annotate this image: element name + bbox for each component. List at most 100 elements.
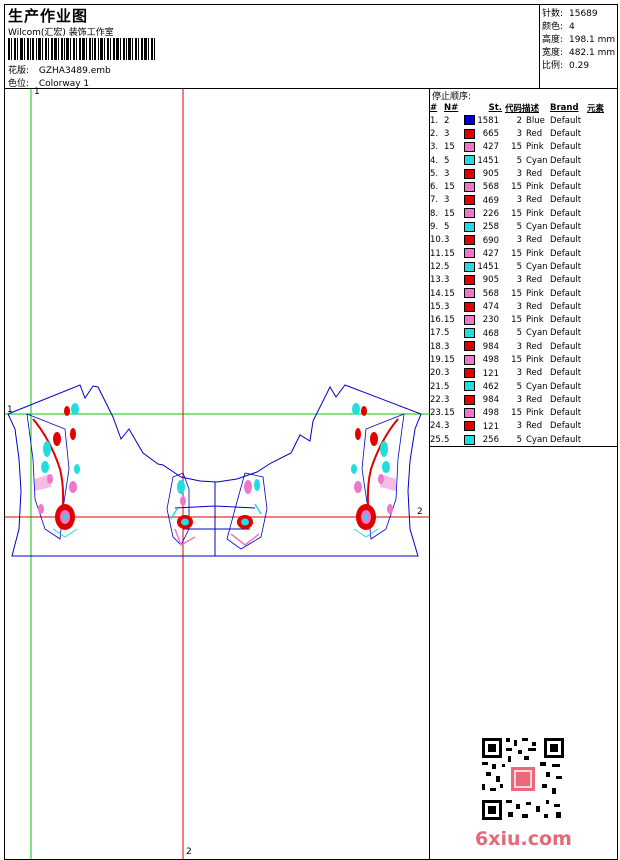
color-swatch-icon: [464, 168, 475, 179]
stop-row[interactable]: 4. 5 1451 5 Cyan Default: [430, 154, 617, 167]
stop-index-cell: 7.: [430, 194, 444, 207]
stop-row[interactable]: 23. 15 498 15 Pink Default: [430, 407, 617, 420]
stop-row[interactable]: 18. 3 984 3 Red Default: [430, 340, 617, 353]
stop-brand: Default: [550, 261, 582, 272]
stop-row[interactable]: 15. 3 474 3 Red Default: [430, 300, 617, 313]
stop-needle: 5: [444, 381, 450, 392]
col-index: #: [430, 102, 438, 113]
stop-stitches: 226: [482, 208, 499, 219]
stop-needle-cell: 3: [444, 420, 464, 433]
stop-row[interactable]: 6. 15 568 15 Pink Default: [430, 180, 617, 193]
stop-row[interactable]: 16. 15 230 15 Pink Default: [430, 313, 617, 326]
stop-element-cell: [587, 327, 617, 340]
color-swatch-icon: [464, 195, 475, 206]
stop-row[interactable]: 9. 5 258 5 Cyan Default: [430, 220, 617, 233]
stop-code: 3: [516, 341, 522, 352]
stop-brand-cell: Default: [550, 114, 587, 127]
stop-code-cell: 5: [502, 433, 522, 446]
stop-code: 3: [516, 301, 522, 312]
stop-brand: Default: [550, 288, 582, 299]
stop-row[interactable]: 2. 3 665 3 Red Default: [430, 127, 617, 140]
stop-code: 15: [511, 208, 522, 219]
stop-row[interactable]: 8. 15 226 15 Pink Default: [430, 207, 617, 220]
stop-index-cell: 14.: [430, 287, 444, 300]
panel-divider: [430, 446, 617, 447]
color-swatch-icon: [464, 261, 475, 272]
stop-row[interactable]: 10. 3 690 3 Red Default: [430, 234, 617, 247]
stop-needle-cell: 5: [444, 154, 464, 167]
stop-brand-cell: Default: [550, 260, 587, 273]
col-element: 元素: [587, 103, 605, 114]
color-swatch-icon: [464, 301, 475, 312]
stop-index: 13.: [430, 275, 444, 286]
stop-index: 5.: [430, 168, 439, 179]
stop-needle: 15: [444, 208, 455, 219]
stop-description-cell: Pink: [522, 141, 550, 154]
stop-description: Pink: [526, 208, 544, 219]
stop-stitches-cell: 1451: [464, 260, 502, 273]
stop-stitches-cell: 258: [464, 220, 502, 233]
stop-row[interactable]: 14. 15 568 15 Pink Default: [430, 287, 617, 300]
stop-row[interactable]: 22. 3 984 3 Red Default: [430, 393, 617, 406]
stop-row[interactable]: 11. 15 427 15 Pink Default: [430, 247, 617, 260]
stop-index-cell: 15.: [430, 300, 444, 313]
stop-brand: Default: [550, 248, 582, 259]
stop-needle-cell: 3: [444, 367, 464, 380]
stop-row[interactable]: 5. 3 905 3 Red Default: [430, 167, 617, 180]
stop-description: Red: [526, 301, 543, 312]
stop-stitches-cell: 468: [464, 327, 502, 340]
stop-element-cell: [587, 367, 617, 380]
stop-row[interactable]: 3. 15 427 15 Pink Default: [430, 141, 617, 154]
stop-description: Red: [526, 394, 543, 405]
color-swatch-icon: [464, 421, 475, 432]
stop-needle-cell: 2: [444, 114, 464, 127]
stop-index-cell: 4.: [430, 154, 444, 167]
stop-needle-cell: 3: [444, 167, 464, 180]
stop-row[interactable]: 1. 2 1581 2 Blue Default: [430, 114, 617, 127]
stop-brand-cell: Default: [550, 393, 587, 406]
stop-index-cell: 23.: [430, 407, 444, 420]
stop-row[interactable]: 25. 5 256 5 Cyan Default: [430, 433, 617, 446]
design-preview[interactable]: 1 1 2 2: [5, 87, 430, 859]
stop-row[interactable]: 17. 5 468 5 Cyan Default: [430, 327, 617, 340]
stop-index-cell: 12.: [430, 260, 444, 273]
stop-needle: 5: [444, 328, 450, 339]
stop-brand-cell: Default: [550, 220, 587, 233]
stop-index-cell: 18.: [430, 340, 444, 353]
design-row: 花版: GZHA3489.emb: [8, 63, 111, 76]
stop-row[interactable]: 12. 5 1451 5 Cyan Default: [430, 260, 617, 273]
stop-brand-cell: Default: [550, 127, 587, 140]
stop-row[interactable]: 24. 3 121 3 Red Default: [430, 420, 617, 433]
stop-index-cell: 20.: [430, 367, 444, 380]
stop-code: 5: [516, 222, 522, 233]
stop-description: Pink: [526, 248, 544, 259]
stat-scale: 比例: 0.29: [542, 61, 590, 71]
stop-needle: 3: [444, 368, 450, 379]
stop-row[interactable]: 13. 3 905 3 Red Default: [430, 274, 617, 287]
barcode: [8, 38, 155, 60]
stop-code: 15: [511, 408, 522, 419]
stop-element-cell: [587, 407, 617, 420]
stop-code: 5: [516, 261, 522, 272]
stop-needle-cell: 3: [444, 393, 464, 406]
stop-index-cell: 8.: [430, 207, 444, 220]
stop-sequence-table: # N# St. 代码 描述 Brand 元素 1. 2 1581 2 Blue Defa…: [430, 101, 617, 446]
stop-row[interactable]: 20. 3 121 3 Red Default: [430, 367, 617, 380]
stop-row[interactable]: 21. 5 462 5 Cyan Default: [430, 380, 617, 393]
stop-code: 3: [516, 275, 522, 286]
stop-description: Red: [526, 168, 543, 179]
stop-description-cell: Pink: [522, 247, 550, 260]
stop-stitches: 474: [482, 302, 499, 313]
stop-description-cell: Red: [522, 127, 550, 140]
stop-code-cell: 15: [502, 141, 522, 154]
stop-needle-cell: 5: [444, 327, 464, 340]
stop-brand: Default: [550, 142, 582, 153]
stop-row[interactable]: 7. 3 469 3 Red Default: [430, 194, 617, 207]
color-swatch-icon: [464, 248, 475, 259]
stop-code-cell: 3: [502, 274, 522, 287]
color-swatch-icon: [464, 354, 475, 365]
stop-code: 3: [516, 368, 522, 379]
stop-brand: Default: [550, 368, 582, 379]
stop-code-cell: 15: [502, 313, 522, 326]
stop-row[interactable]: 19. 15 498 15 Pink Default: [430, 353, 617, 366]
